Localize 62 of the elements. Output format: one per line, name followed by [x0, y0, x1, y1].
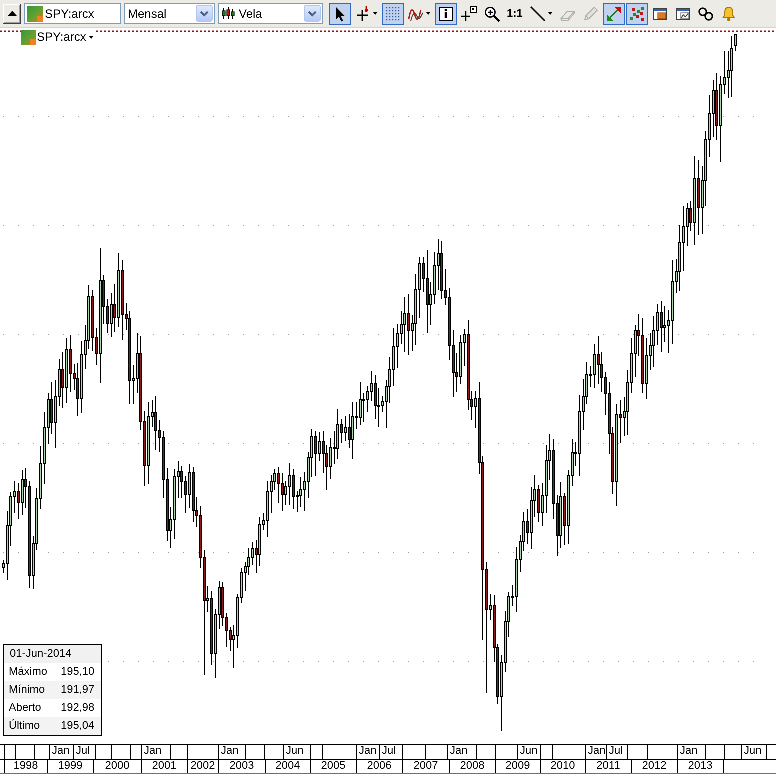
- month-label: Jun: [744, 745, 762, 757]
- month-label: Jul: [382, 745, 396, 757]
- year-label: 2012: [642, 760, 667, 772]
- month-label: Jan: [450, 745, 468, 757]
- caret-icon: [89, 36, 94, 39]
- month-label: Jun: [520, 745, 538, 757]
- line-icon: [530, 6, 546, 22]
- chevron-down-icon: [304, 5, 321, 22]
- chart-window-icon: [674, 6, 691, 22]
- up-triangle-icon: [8, 11, 16, 16]
- tile-icon: [21, 30, 36, 45]
- info-icon: [438, 6, 454, 22]
- year-label: 1999: [58, 760, 83, 772]
- rings-icon: [698, 6, 714, 22]
- chart-type-select[interactable]: Vela: [218, 3, 323, 24]
- crosshair-icon: [355, 6, 371, 22]
- grid-icon: [385, 6, 401, 22]
- scatter-icon: [628, 6, 645, 22]
- month-label: Jan: [52, 745, 70, 757]
- chevron-down-icon: [196, 5, 213, 22]
- year-label: 2002: [190, 760, 216, 772]
- month-label: Jul: [609, 745, 624, 757]
- month-label: Jan: [221, 745, 239, 757]
- symbol-menu-button[interactable]: SPY:arcx: [21, 30, 96, 45]
- window-icon: [652, 6, 668, 22]
- month-label: Jun: [286, 745, 304, 757]
- year-label: 2004: [276, 760, 300, 772]
- year-label: 2003: [230, 760, 254, 772]
- info-label: Mínimo: [4, 681, 55, 699]
- collapse-button[interactable]: [3, 4, 21, 24]
- info-label: Último: [4, 717, 55, 735]
- zoom-in-icon: [484, 6, 500, 22]
- symbol-field[interactable]: SPY:arcx: [24, 3, 121, 24]
- year-label: 2008: [460, 760, 485, 772]
- info-value: 191,97: [55, 681, 101, 699]
- month-label: Jan: [359, 745, 377, 757]
- year-label: 2013: [688, 760, 713, 772]
- date-label: 01-Jun-2014: [4, 645, 101, 663]
- year-label: 2000: [105, 760, 130, 772]
- period-select[interactable]: Mensal: [124, 3, 215, 24]
- tile-icon: [27, 6, 43, 22]
- info-value: 195,04: [55, 717, 101, 735]
- month-label: Jan: [144, 745, 162, 757]
- year-label: 2007: [414, 760, 438, 772]
- bell-icon: [720, 6, 737, 22]
- year-label: 1998: [14, 760, 38, 772]
- month-label: Jan: [680, 745, 698, 757]
- year-label: 2006: [367, 760, 392, 772]
- candlestick-icon: [222, 7, 235, 20]
- month-label: Jul: [76, 745, 90, 757]
- year-label: 2001: [152, 760, 177, 772]
- year-label: 2011: [596, 760, 620, 772]
- toolbar-button[interactable]: [329, 2, 351, 24]
- diagonal-arrow-icon: [606, 6, 622, 22]
- toolbar-button[interactable]: 1:1: [504, 2, 526, 24]
- toolbar-button[interactable]: [435, 2, 457, 24]
- year-label: 2005: [321, 760, 346, 772]
- year-label: 2009: [506, 760, 530, 772]
- year-label: 2010: [550, 760, 576, 772]
- month-label: Jan: [588, 745, 606, 757]
- plus-square-icon: [461, 6, 477, 22]
- pencil-icon: [582, 6, 599, 22]
